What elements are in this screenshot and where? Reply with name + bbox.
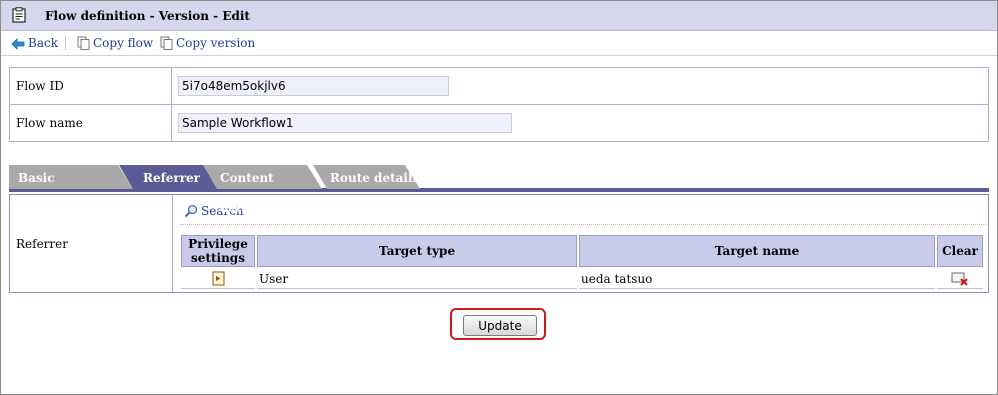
flow-name-row: Flow name Sample Workflow1 <box>9 104 989 142</box>
toolbar-divider <box>65 36 66 50</box>
referrer-panel: Referrer Search Privilege settings Targe… <box>9 194 989 293</box>
update-button[interactable]: Update <box>463 315 537 336</box>
col-privilege-settings: Privilege settings <box>181 235 255 267</box>
copy-icon <box>77 36 90 50</box>
col-clear: Clear <box>937 235 983 267</box>
back-label: Back <box>28 36 58 50</box>
copy-flow-label: Copy flow <box>93 36 154 50</box>
flow-name-cell: Sample Workflow1 <box>171 104 989 142</box>
referrer-table: Privilege settings Target type Target na… <box>179 233 985 291</box>
flow-id-row: Flow ID 5i7o48em5okjlv6 <box>9 67 989 105</box>
table-header-row: Privilege settings Target type Target na… <box>181 235 983 267</box>
back-button[interactable]: Back <box>11 35 58 51</box>
tab-content-details[interactable]: Content details <box>203 163 323 215</box>
col-privilege-line2: settings <box>191 251 245 265</box>
tab-route-details[interactable]: Route details <box>313 163 421 189</box>
target-type-cell: User <box>257 269 577 289</box>
copy-version-button[interactable]: Copy version <box>160 35 255 51</box>
tab-bar: Basic information Referrer Content detai… <box>9 163 989 215</box>
clipboard-icon <box>12 7 26 23</box>
table-row: User ueda tatsuo <box>181 269 983 289</box>
back-arrow-icon <box>11 38 25 50</box>
flow-id-field[interactable]: 5i7o48em5okjlv6 <box>178 76 449 96</box>
flow-form: Flow ID 5i7o48em5okjlv6 Flow name Sample… <box>9 67 989 142</box>
copy-icon <box>160 36 173 50</box>
privilege-cell <box>181 269 255 289</box>
col-target-name: Target name <box>579 235 935 267</box>
tab-basic-information[interactable]: Basic information <box>9 163 135 215</box>
col-target-type: Target type <box>257 235 577 267</box>
main-window: Flow definition - Version - Edit Back Co… <box>0 0 998 395</box>
target-name-cell: ueda tatsuo <box>579 269 935 289</box>
flow-id-cell: 5i7o48em5okjlv6 <box>171 67 989 105</box>
flow-name-field[interactable]: Sample Workflow1 <box>178 113 512 133</box>
privilege-settings-icon[interactable] <box>212 271 225 286</box>
toolbar: Back Copy flow Copy version <box>1 31 997 56</box>
referrer-label: Referrer <box>16 237 68 251</box>
clear-cell <box>937 269 983 289</box>
search-icon <box>184 204 198 218</box>
col-privilege-line1: Privilege <box>188 237 248 251</box>
search-divider <box>180 224 986 225</box>
tab-label: Referrer <box>143 171 201 185</box>
tab-label: Route details <box>330 171 420 185</box>
clear-icon[interactable] <box>951 272 969 286</box>
copy-version-label: Copy version <box>176 36 256 50</box>
flow-name-label: Flow name <box>9 104 172 142</box>
flow-id-label: Flow ID <box>9 67 172 105</box>
page-title: Flow definition - Version - Edit <box>45 9 250 23</box>
title-bar: Flow definition - Version - Edit <box>1 1 997 31</box>
copy-flow-button[interactable]: Copy flow <box>77 35 153 51</box>
